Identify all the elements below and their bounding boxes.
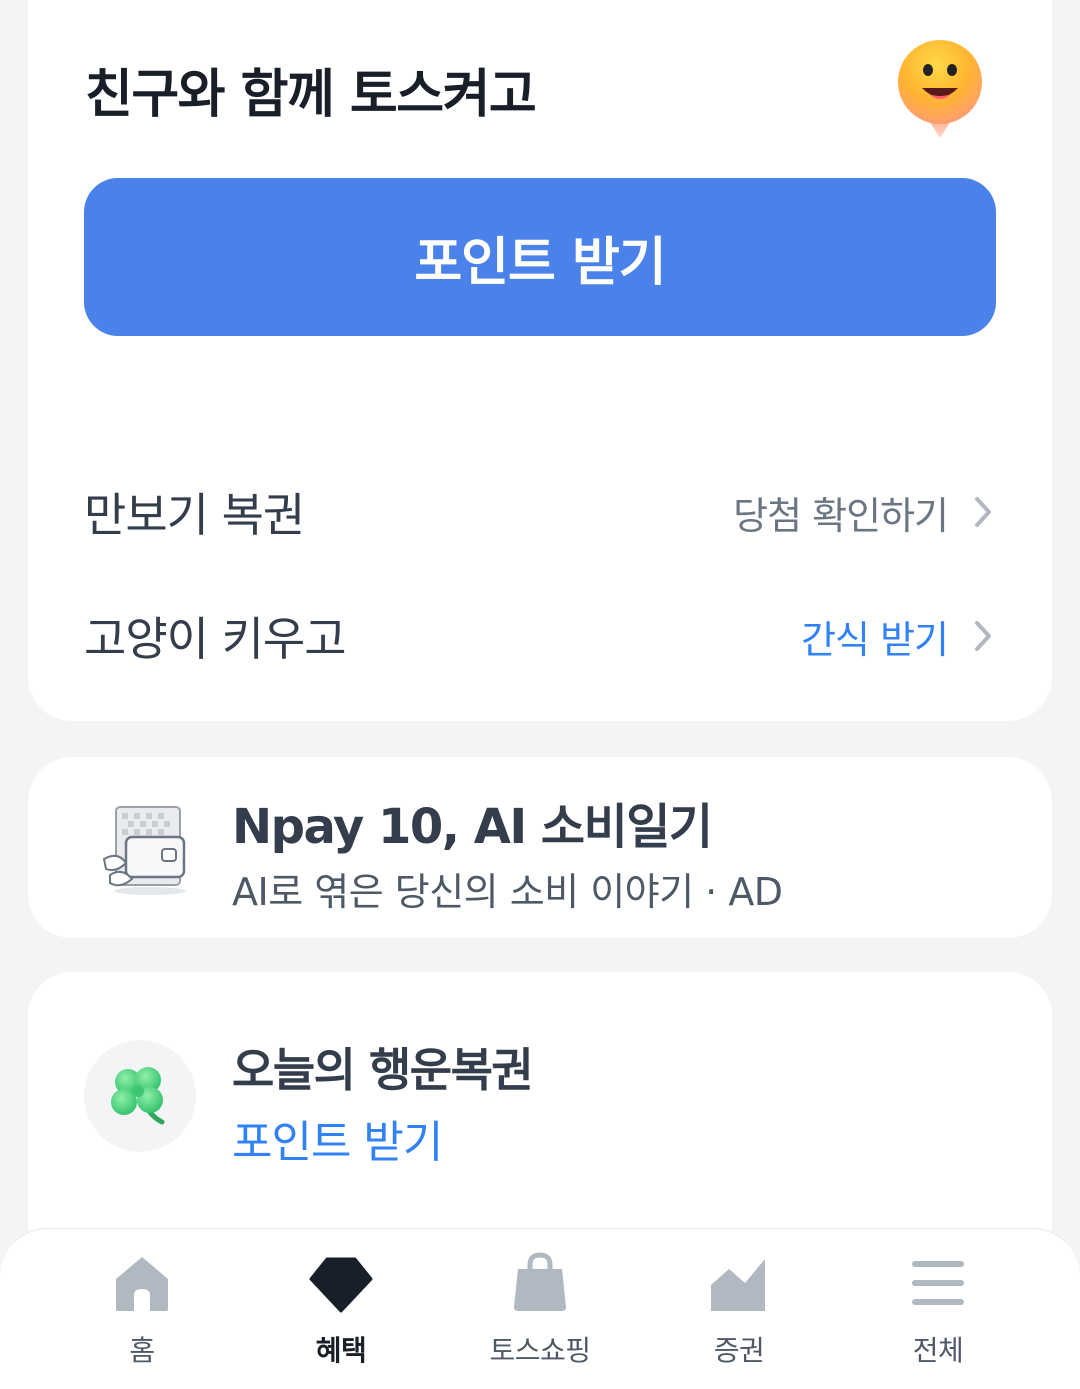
npay-ad-card[interactable]: Npay 10, AI 소비일기 AI로 엮은 당신의 소비 이야기 · AD (28, 757, 1052, 938)
chevron-right-icon (975, 497, 991, 527)
tab-all[interactable]: 전체 (840, 1229, 1036, 1389)
check-winning-text: 당첨 확인하기 (733, 493, 949, 538)
stock-chart-icon (711, 1259, 765, 1311)
cat-raising-row[interactable]: 고양이 키우고 간식 받기 (84, 596, 996, 676)
ad-title: Npay 10, AI 소비일기 (232, 799, 713, 855)
chevron-right-icon (975, 621, 991, 651)
ad-subtitle: AI로 엮은 당신의 소비 이야기 · AD (232, 870, 783, 914)
tab-stocks[interactable]: 증권 (641, 1229, 837, 1389)
menu-icon (912, 1261, 964, 1305)
tab-toss-shopping[interactable]: 토스쇼핑 (442, 1229, 638, 1389)
pedometer-lottery-row[interactable]: 만보기 복권 당첨 확인하기 (84, 472, 996, 552)
tab-home-label: 홈 (129, 1334, 155, 1367)
bottom-tab-bar: 홈 혜택 토스쇼핑 증권 전체 (0, 1228, 1080, 1389)
benefits-page: 친구와 함께 토스켜고 포인트 받기 만보기 복권 당첨 확인하기 고양이 키우… (0, 0, 1080, 1389)
invite-card-title: 친구와 함께 토스켜고 (85, 65, 537, 125)
daily-lucky-lottery-card[interactable]: 오늘의 행운복권 포인트 받기 (28, 972, 1052, 1272)
lucky-get-points-link[interactable]: 포인트 받기 (232, 1106, 443, 1170)
pedometer-lottery-label: 만보기 복권 (84, 488, 305, 542)
get-snack-text: 간식 받기 (801, 617, 949, 662)
invite-friend-card: 친구와 함께 토스켜고 포인트 받기 만보기 복권 당첨 확인하기 고양이 키우… (28, 0, 1052, 721)
check-winning-link[interactable]: 당첨 확인하기 (733, 485, 996, 540)
clover-avatar (84, 1040, 196, 1152)
gem-icon (309, 1257, 373, 1313)
tab-benefits[interactable]: 혜택 (243, 1229, 439, 1389)
tab-benefits-label: 혜택 (315, 1334, 367, 1367)
cat-raising-label: 고양이 키우고 (84, 612, 347, 666)
shopping-bag-icon (514, 1252, 566, 1311)
tab-home[interactable]: 홈 (44, 1229, 240, 1389)
lucky-lottery-title: 오늘의 행운복권 (232, 1043, 534, 1097)
smiling-face-pin-icon (898, 40, 982, 138)
tab-toss-shopping-label: 토스쇼핑 (489, 1334, 591, 1367)
get-snack-link[interactable]: 간식 받기 (801, 609, 996, 664)
tab-all-label: 전체 (912, 1334, 964, 1367)
home-icon (116, 1257, 168, 1311)
tab-stocks-label: 증권 (713, 1334, 765, 1367)
four-leaf-clover-icon (111, 1067, 165, 1125)
get-points-button[interactable]: 포인트 받기 (84, 178, 996, 336)
wallet-illustration-icon (102, 806, 186, 895)
